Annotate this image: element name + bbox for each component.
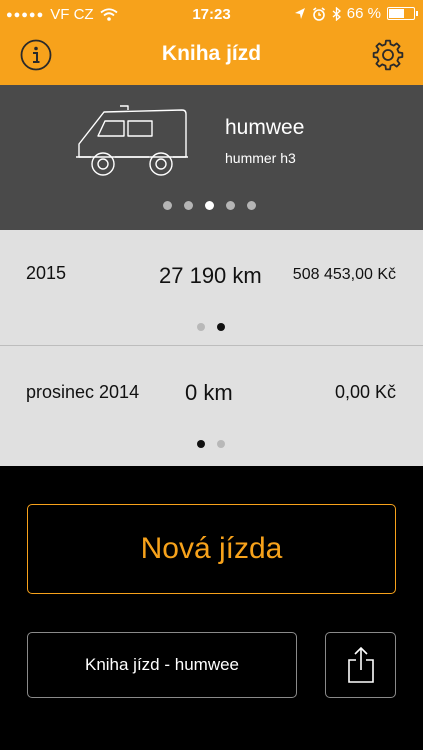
battery-icon xyxy=(387,7,418,20)
page-title: Kniha jízd xyxy=(161,42,262,65)
stats-period: prosinec 2014 xyxy=(26,382,140,402)
settings-button[interactable] xyxy=(371,38,405,72)
vehicle-carousel[interactable]: humwee hummer h3 xyxy=(0,85,423,230)
stats-card-month[interactable]: prosinec 2014 0 km 0,00 Kč xyxy=(0,346,423,466)
page-dot[interactable] xyxy=(205,201,214,210)
stats-page-indicator[interactable] xyxy=(197,323,225,331)
stats-period: 2015 xyxy=(26,263,67,283)
page-dot[interactable] xyxy=(217,323,225,331)
vehicle-model: hummer h3 xyxy=(225,150,296,166)
share-button[interactable] xyxy=(325,632,396,698)
logbook-button[interactable]: Kniha jízd - humwee xyxy=(27,632,297,698)
page-dot[interactable] xyxy=(197,440,205,448)
stats-distance: 27 190 km xyxy=(159,263,262,288)
alarm-icon xyxy=(312,6,325,21)
bluetooth-icon xyxy=(332,6,341,21)
page-dot[interactable] xyxy=(247,201,256,210)
location-icon xyxy=(294,8,305,19)
status-bar: ●●●●● VF CZ 17:23 66 % xyxy=(0,0,423,28)
vehicle-name: humwee xyxy=(225,116,305,139)
battery-percent: 66 % xyxy=(346,5,381,22)
new-trip-button[interactable]: Nová jízda xyxy=(27,504,396,594)
van-icon xyxy=(76,105,188,176)
stats-page-indicator[interactable] xyxy=(197,440,225,448)
page-dot[interactable] xyxy=(184,201,193,210)
stats-cost: 508 453,00 Kč xyxy=(292,266,396,283)
vehicle-page-indicator[interactable] xyxy=(163,201,256,210)
stats-card-year[interactable]: 2015 27 190 km 508 453,00 Kč xyxy=(0,230,423,345)
share-icon xyxy=(347,646,374,683)
page-dot[interactable] xyxy=(163,201,172,210)
stats-distance: 0 km xyxy=(185,380,233,405)
stats-cost: 0,00 Kč xyxy=(334,382,396,402)
gear-icon xyxy=(372,39,404,71)
page-dot[interactable] xyxy=(226,201,235,210)
page-dot[interactable] xyxy=(217,440,225,448)
page-dot[interactable] xyxy=(197,323,205,331)
